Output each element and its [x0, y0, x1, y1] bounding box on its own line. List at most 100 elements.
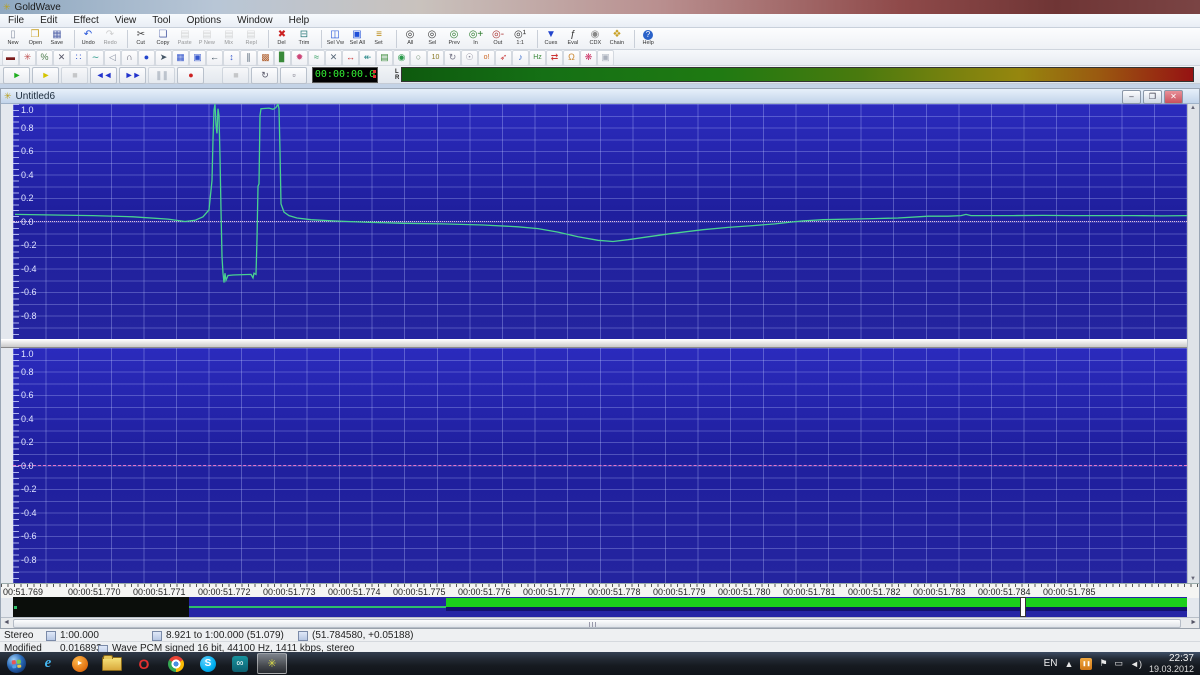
scroll-down-icon[interactable]: ▼	[1190, 576, 1196, 582]
save-button[interactable]: ▦Save	[46, 27, 68, 50]
effect-tool-button-14[interactable]: ↕	[223, 50, 240, 66]
effect-tool-button-9[interactable]: ●	[138, 50, 155, 66]
doc-minimize-button[interactable]: –	[1122, 90, 1141, 104]
effect-tool-button-17[interactable]: ▊	[274, 50, 291, 66]
effect-tool-button-30[interactable]: ➶	[495, 50, 512, 66]
effect-tool-button-7[interactable]: ◁	[104, 50, 121, 66]
trim-button[interactable]: ⊟Trim	[293, 27, 315, 50]
effect-tool-button-13[interactable]: ←	[206, 50, 223, 66]
effect-tool-button-20[interactable]: ✕	[325, 50, 342, 66]
effect-tool-button-11[interactable]: ▦	[172, 50, 189, 66]
network-icon[interactable]: ▭	[1115, 658, 1124, 669]
fast-forward-button[interactable]: ►►	[119, 67, 146, 84]
effect-tool-button-21[interactable]: ↔	[342, 50, 359, 66]
effect-tool-button-12[interactable]: ▣	[189, 50, 206, 66]
document-titlebar[interactable]: ✳ Untitled6 – ❐ ✕	[1, 89, 1199, 104]
effect-tool-button-22[interactable]: ↞	[359, 50, 376, 66]
effect-tool-button-18[interactable]: ✹	[291, 50, 308, 66]
record-button[interactable]: ●	[177, 67, 204, 84]
new-button[interactable]: ▯New	[2, 27, 24, 50]
scroll-up-icon[interactable]: ▲	[1190, 105, 1196, 111]
effect-tool-button-5[interactable]: ∷	[70, 50, 87, 66]
play-special-button[interactable]: ►	[32, 67, 59, 84]
language-indicator[interactable]: EN	[1044, 658, 1058, 669]
effect-tool-button-31[interactable]: ♪	[512, 50, 529, 66]
start-button[interactable]	[1, 653, 31, 674]
menu-item-tool[interactable]: Tool	[144, 14, 178, 27]
menu-item-help[interactable]: Help	[281, 14, 318, 27]
media-player-icon[interactable]: ►	[65, 653, 95, 674]
open-button[interactable]: ❒Open	[24, 27, 46, 50]
cut-button[interactable]: ✂Cut	[130, 27, 152, 50]
vertical-scrollbar[interactable]: ▲ ▼	[1187, 104, 1199, 583]
del-button[interactable]: ✖Del	[271, 27, 293, 50]
effect-tool-button-28[interactable]: ☉	[461, 50, 478, 66]
menu-item-options[interactable]: Options	[179, 14, 229, 27]
channel-divider[interactable]	[1, 339, 1199, 348]
copy-button[interactable]: ❏Copy	[152, 27, 174, 50]
internet-explorer-icon[interactable]: e	[33, 653, 63, 674]
waveform-left-channel[interactable]: 1.00.80.60.40.20.0-0.2-0.4-0.6-0.8	[13, 104, 1187, 339]
menu-item-effect[interactable]: Effect	[65, 14, 106, 27]
overview-view-marker[interactable]	[1020, 597, 1026, 617]
in-button[interactable]: ◎+In	[465, 27, 487, 50]
effect-tool-button-36[interactable]: ▣	[597, 50, 614, 66]
effect-tool-button-32[interactable]: Hz	[529, 50, 546, 66]
effect-tool-button-27[interactable]: ↻	[444, 50, 461, 66]
effect-tool-button-35[interactable]: ❋	[580, 50, 597, 66]
menu-item-view[interactable]: View	[107, 14, 145, 27]
effect-tool-button-25[interactable]: ○	[410, 50, 427, 66]
tray-app-icon[interactable]: ❚❚	[1080, 658, 1092, 670]
effect-tool-button-26[interactable]: 10	[427, 50, 444, 66]
sel-all-button[interactable]: ▣Sel All	[346, 27, 368, 50]
windows-explorer-icon[interactable]	[97, 653, 127, 674]
menu-item-file[interactable]: File	[0, 14, 32, 27]
effect-tool-button-6[interactable]: ∼	[87, 50, 104, 66]
effect-tool-button-33[interactable]: ⇄	[546, 50, 563, 66]
effect-tool-button-1[interactable]: ▬	[2, 50, 19, 66]
prev-button[interactable]: ◎Prev	[443, 27, 465, 50]
scroll-right-icon[interactable]: ►	[1190, 619, 1197, 626]
help-button[interactable]: ?Help	[637, 27, 659, 50]
action-center-icon[interactable]: ⚑	[1099, 658, 1107, 669]
out-button[interactable]: ◎-Out	[487, 27, 509, 50]
doc-restore-button[interactable]: ❐	[1143, 90, 1162, 104]
effect-tool-button-19[interactable]: ≈	[308, 50, 325, 66]
skype-icon[interactable]: S	[193, 653, 223, 674]
menu-item-window[interactable]: Window	[229, 14, 281, 27]
arduino-icon[interactable]: ∞	[225, 653, 255, 674]
chain-button[interactable]: ❖Chain	[606, 27, 628, 50]
sel-vw-button[interactable]: ◫Sel Vw	[324, 27, 346, 50]
effect-tool-button-10[interactable]: ➤	[155, 50, 172, 66]
eval-button[interactable]: ƒEval	[562, 27, 584, 50]
effect-tool-button-34[interactable]: Ω	[563, 50, 580, 66]
taskbar-clock[interactable]: 22:37 19.03.2012	[1149, 653, 1194, 675]
all-button[interactable]: ◎All	[399, 27, 421, 50]
effect-tool-button-24[interactable]: ◉	[393, 50, 410, 66]
effect-tool-button-29[interactable]: o!	[478, 50, 495, 66]
opera-icon[interactable]: O	[129, 653, 159, 674]
goldwave-taskbar-button[interactable]: ✳	[257, 653, 287, 674]
play-button[interactable]: ►	[3, 67, 30, 84]
chrome-icon[interactable]	[161, 653, 191, 674]
loop-mode-button[interactable]: ↻	[251, 67, 278, 84]
effect-tool-button-4[interactable]: ✕	[53, 50, 70, 66]
cues-button[interactable]: ▼Cues	[540, 27, 562, 50]
effect-tool-button-16[interactable]: ▩	[257, 50, 274, 66]
scroll-left-icon[interactable]: ◄	[3, 619, 10, 626]
effect-tool-button-3[interactable]: %	[36, 50, 53, 66]
menu-item-edit[interactable]: Edit	[32, 14, 65, 27]
effect-tool-button-15[interactable]: ∥	[240, 50, 257, 66]
rewind-button[interactable]: ◄◄	[90, 67, 117, 84]
effect-tool-button-2[interactable]: ✳	[19, 50, 36, 66]
volume-icon[interactable]: ◄)	[1130, 659, 1142, 669]
horizontal-scrollbar-thumb[interactable]	[13, 619, 1181, 628]
sel-button[interactable]: ◎Sel	[421, 27, 443, 50]
tray-expand-icon[interactable]: ▲	[1065, 659, 1074, 669]
effect-tool-button-23[interactable]: ▤	[376, 50, 393, 66]
window-mode-button[interactable]: ▫	[280, 67, 307, 84]
1-1-button[interactable]: ◎¹1:1	[509, 27, 531, 50]
cdx-button[interactable]: ◉CDX	[584, 27, 606, 50]
effect-tool-button-8[interactable]: ∩	[121, 50, 138, 66]
doc-close-button[interactable]: ✕	[1164, 90, 1183, 104]
